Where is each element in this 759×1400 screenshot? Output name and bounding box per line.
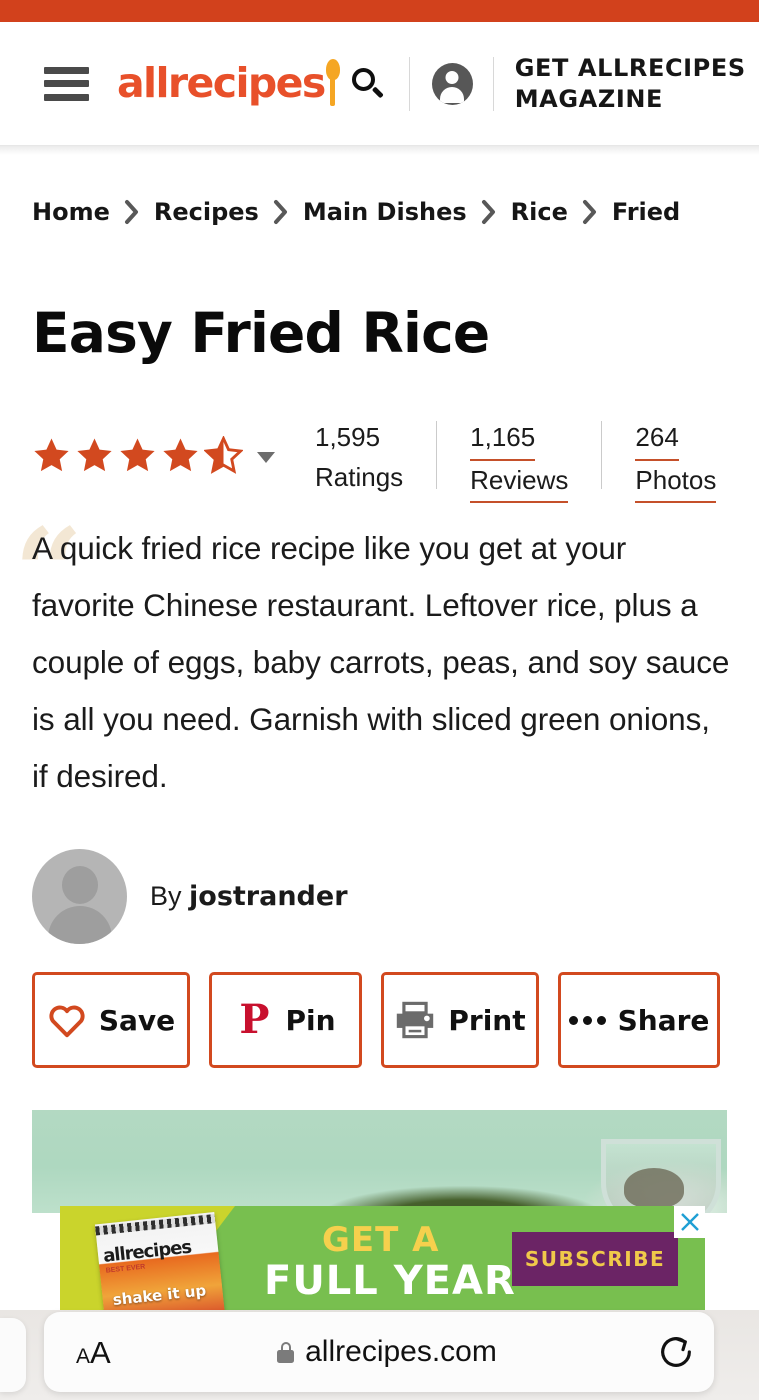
recipe-description: A quick fried rice recipe like you get a… [32, 530, 730, 794]
breadcrumb-item-main-dishes[interactable]: Main Dishes [303, 198, 467, 226]
ad-headline-line2: FULL YEAR [264, 1258, 516, 1304]
ratings-label: Ratings [315, 461, 404, 492]
recipe-description-block: “ A quick fried rice recipe like you get… [14, 513, 732, 805]
pin-button[interactable]: P Pin [209, 972, 362, 1068]
stat-ratings: 1,595 Ratings [315, 418, 403, 497]
chevron-right-icon [273, 199, 289, 225]
recipe-actions: Save P Pin Print Share [32, 972, 720, 1068]
share-label: Share [617, 1003, 710, 1037]
hamburger-menu-icon[interactable] [44, 66, 89, 101]
header-divider-2 [492, 56, 494, 111]
url-display[interactable]: allrecipes.com [136, 1335, 638, 1369]
ad-subscribe-label: SUBSCRIBE [524, 1247, 666, 1271]
chevron-right-icon [582, 199, 598, 225]
header-shadow [0, 145, 759, 155]
stat-divider [601, 421, 603, 489]
page-title: Easy Fried Rice [32, 301, 490, 365]
breadcrumb: Home Recipes Main Dishes Rice Fried [32, 198, 752, 226]
chevron-right-icon [481, 199, 497, 225]
ad-headline-line1: GET A [322, 1220, 440, 1260]
text-size-small-a: A [76, 1344, 91, 1368]
print-button[interactable]: Print [381, 972, 539, 1068]
pinterest-icon: P [239, 996, 270, 1043]
magazine-cover-headline: shake it up [111, 1281, 207, 1310]
heart-icon [49, 1005, 85, 1038]
advertisement-banner[interactable]: allrecipes BEST EVER shake it up GET A F… [60, 1206, 705, 1310]
chevron-right-icon [124, 199, 140, 225]
photos-label[interactable]: Photos [635, 461, 717, 504]
breadcrumb-item-home[interactable]: Home [32, 198, 110, 226]
hero-glass-detail [601, 1139, 721, 1213]
save-button[interactable]: Save [32, 972, 190, 1068]
ratings-count: 1,595 [315, 422, 381, 452]
author-byline[interactable]: By jostrander [32, 849, 348, 944]
byline-text: By jostrander [150, 881, 348, 912]
text-size-button[interactable]: AA [76, 1337, 136, 1368]
print-label: Print [448, 1003, 526, 1037]
breadcrumb-item-fried[interactable]: Fried [612, 198, 680, 226]
get-magazine-link[interactable]: GET ALLRECIPES MAGAZINE [515, 53, 759, 114]
recipe-hero-photo[interactable] [32, 1110, 727, 1213]
stat-photos[interactable]: 264 Photos [635, 418, 717, 504]
close-x-icon[interactable] [674, 1206, 705, 1238]
site-header: allrecipes GET ALLRECIPES MAGAZINE [0, 22, 759, 145]
adjacent-tab-peek[interactable] [0, 1318, 26, 1392]
stat-reviews[interactable]: 1,165 Reviews [470, 418, 569, 504]
reviews-count[interactable]: 1,165 [470, 418, 536, 461]
stat-divider [436, 421, 438, 489]
rating-summary: 1,595 Ratings 1,165 Reviews 264 Photos [32, 418, 752, 504]
photos-count[interactable]: 264 [635, 418, 679, 461]
star-icon-full [77, 438, 112, 472]
star-icon-half [204, 436, 243, 474]
reload-icon[interactable] [638, 1332, 714, 1372]
printer-icon [397, 1001, 434, 1039]
author-avatar-placeholder [32, 849, 127, 944]
header-divider [408, 56, 410, 111]
ellipsis-icon [568, 1015, 606, 1025]
browser-status-bar [0, 0, 759, 22]
pin-label: Pin [285, 1003, 336, 1037]
breadcrumb-item-rice[interactable]: Rice [511, 198, 568, 226]
byline-prefix: By [150, 881, 190, 911]
lock-icon [277, 1341, 295, 1363]
search-icon[interactable] [350, 66, 386, 102]
reviews-label[interactable]: Reviews [470, 461, 569, 504]
magazine-cover-logo: allrecipes [102, 1236, 193, 1267]
magazine-cover-image: allrecipes BEST EVER shake it up [94, 1212, 226, 1310]
ad-subscribe-button[interactable]: SUBSCRIBE [512, 1232, 678, 1286]
site-logo[interactable]: allrecipes [116, 58, 386, 109]
logo-text: allrecipes [116, 59, 326, 107]
star-icon-full [163, 438, 198, 472]
author-name[interactable]: jostrander [189, 881, 348, 912]
spoon-icon [325, 58, 340, 107]
star-rating[interactable] [32, 418, 275, 474]
url-text: allrecipes.com [305, 1335, 497, 1368]
share-button[interactable]: Share [558, 972, 720, 1068]
page-root: allrecipes GET ALLRECIPES MAGAZINE Home … [0, 0, 759, 1400]
browser-url-bar[interactable]: AA allrecipes.com [44, 1312, 714, 1392]
save-label: Save [98, 1003, 176, 1037]
star-icon-full [120, 438, 155, 472]
breadcrumb-item-recipes[interactable]: Recipes [154, 198, 259, 226]
text-size-large-a: A [90, 1334, 111, 1370]
star-icon-full [34, 438, 69, 472]
account-avatar-icon[interactable] [431, 62, 473, 105]
chevron-down-icon[interactable] [257, 451, 275, 463]
